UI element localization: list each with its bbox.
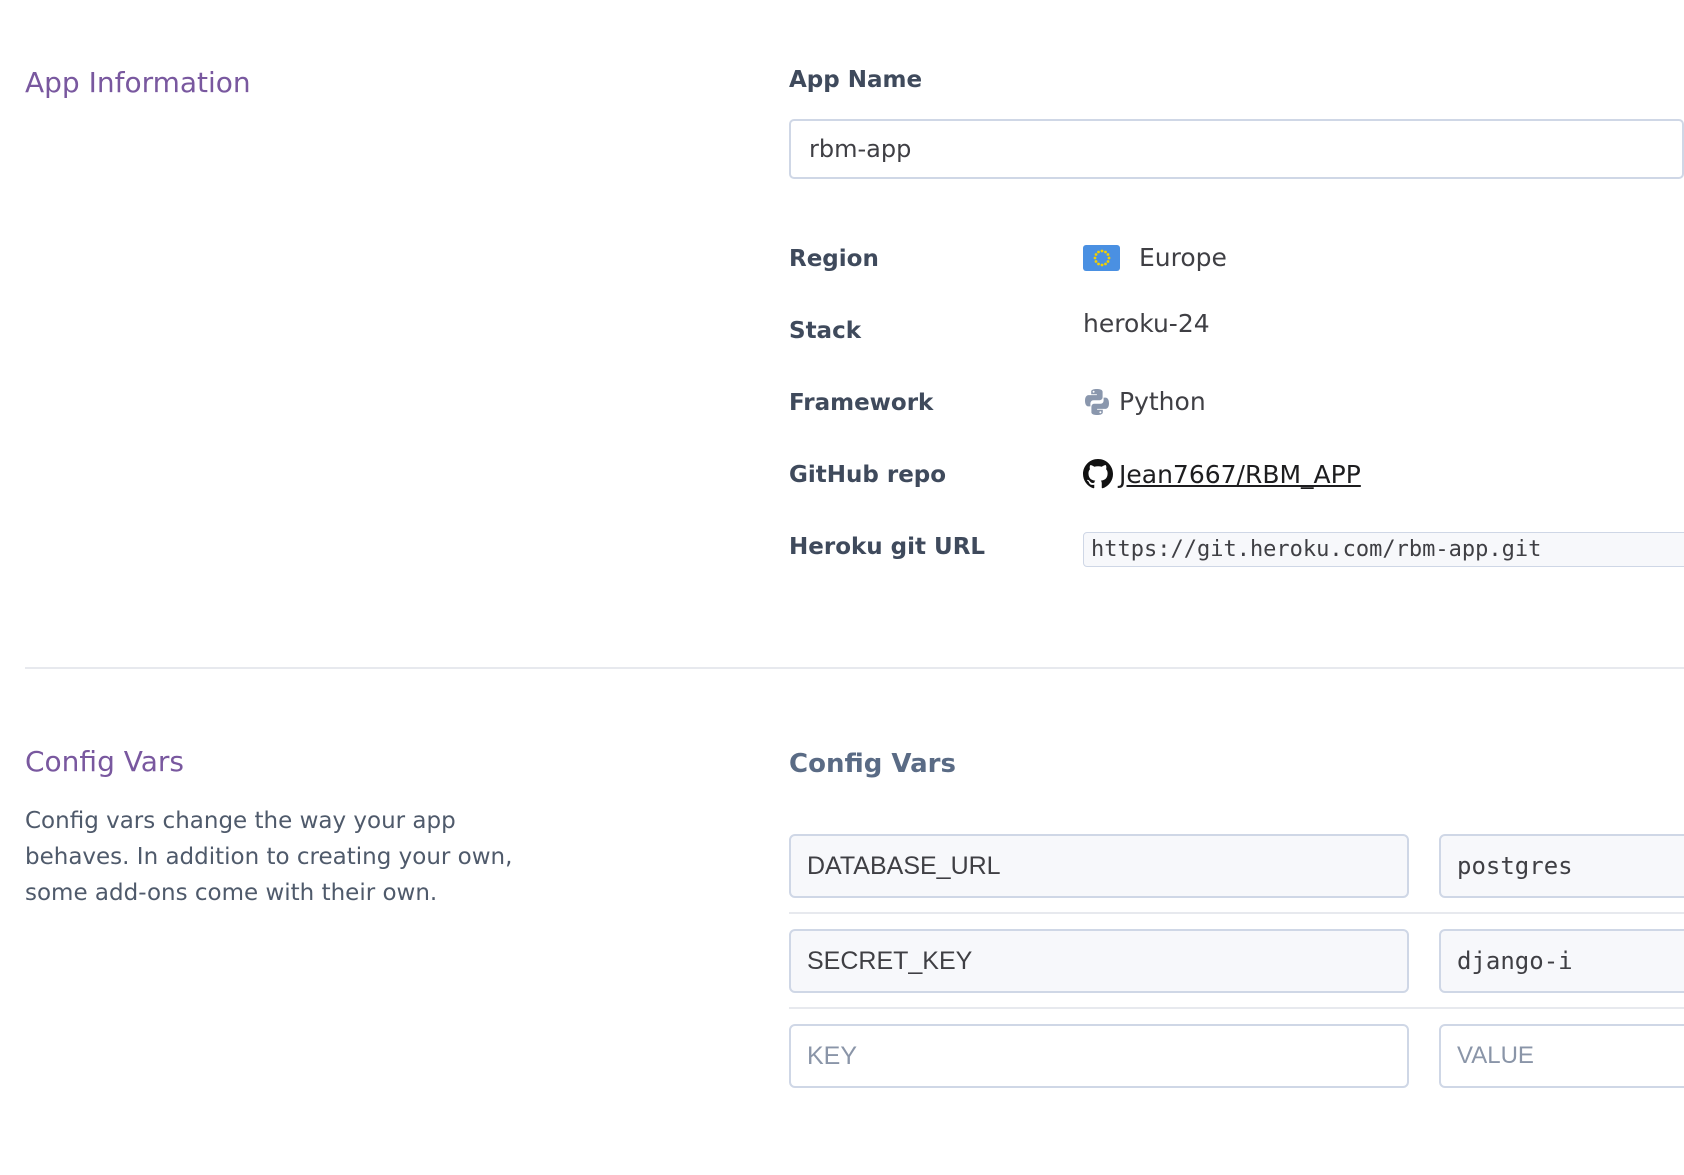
github-repo-row: Jean7667/RBM_APP [1083,459,1361,489]
new-config-var-value-input[interactable]: VALUE [1439,1024,1684,1088]
config-var-row: SECRET_KEY django-i [789,929,1684,993]
row-divider [789,912,1684,914]
app-name-label: App Name [789,67,923,93]
region-value: Europe [1139,243,1227,272]
row-divider [789,1007,1684,1009]
heroku-git-url-label: Heroku git URL [789,534,986,560]
config-var-key-field[interactable]: DATABASE_URL [789,834,1409,898]
config-var-value-field[interactable]: postgres [1439,834,1684,898]
app-information-title: App Information [25,66,251,99]
stack-label: Stack [789,318,862,344]
config-var-key-field[interactable]: SECRET_KEY [789,929,1409,993]
region-label: Region [789,246,879,272]
framework-value: Python [1119,387,1206,416]
eu-flag-icon [1083,244,1120,271]
github-repo-link[interactable]: Jean7667/RBM_APP [1119,460,1361,489]
config-var-row: DATABASE_URL postgres [789,834,1684,898]
region-value-row: Europe [1083,243,1227,272]
config-vars-title: Config Vars [25,745,184,778]
framework-value-row: Python [1083,387,1206,416]
framework-label: Framework [789,390,934,416]
config-vars-description: Config vars change the way your app beha… [25,808,513,906]
github-repo-label: GitHub repo [789,462,947,488]
config-var-value-field[interactable]: django-i [1439,929,1684,993]
app-name-input[interactable]: rbm-app [789,119,1684,179]
github-icon [1083,459,1113,489]
stack-value: heroku-24 [1083,309,1210,338]
python-icon [1083,388,1111,416]
heroku-git-url-field[interactable]: https://git.heroku.com/rbm-app.git [1083,532,1684,567]
new-config-var-key-input[interactable]: KEY [789,1024,1409,1088]
new-config-var-row: KEY VALUE [789,1024,1684,1088]
settings-page: App Information App Name rbm-app Region … [0,0,1684,1175]
section-divider [25,667,1684,669]
config-vars-heading: Config Vars [789,749,956,779]
